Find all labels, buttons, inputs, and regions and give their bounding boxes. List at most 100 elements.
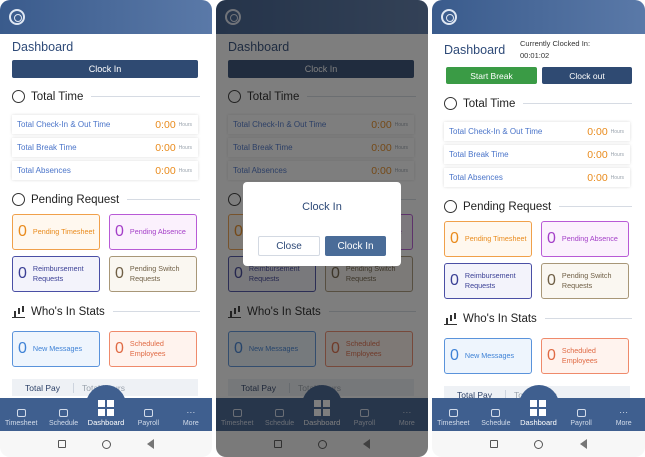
payroll-icon bbox=[576, 409, 586, 417]
card-count: 0 bbox=[547, 272, 556, 289]
nav-schedule[interactable]: Schedule bbox=[475, 398, 518, 431]
nav-timesheet[interactable]: Timesheet bbox=[0, 398, 42, 431]
pending-request-header: Pending Request bbox=[444, 200, 632, 213]
new-messages-card[interactable]: 0 New Messages bbox=[12, 331, 100, 367]
card-label: Pending Timesheet bbox=[32, 227, 95, 237]
pending-timesheet-card[interactable]: 0 Pending Timesheet bbox=[444, 221, 532, 257]
reimbursement-card[interactable]: 0 Reimbursement Requests bbox=[12, 256, 100, 292]
row-unit: Hours bbox=[610, 151, 624, 158]
pending-absence-card[interactable]: 0 Pending Absence bbox=[109, 214, 197, 250]
total-break-row[interactable]: Total Break Time 0:00 Hours bbox=[12, 138, 198, 157]
nav-label: Schedule bbox=[49, 420, 79, 427]
confirm-clock-in-button[interactable]: Clock In bbox=[325, 236, 386, 256]
clock-in-button[interactable]: Clock In bbox=[12, 60, 198, 78]
nav-dashboard[interactable]: Dashboard bbox=[517, 398, 560, 431]
clock-out-button[interactable]: Clock out bbox=[542, 67, 632, 84]
clocked-in-label: Currently Clocked In: bbox=[520, 39, 591, 48]
nav-timesheet[interactable]: Timesheet bbox=[432, 398, 475, 431]
pending-switch-card[interactable]: 0 Pending Switch Requests bbox=[541, 263, 629, 299]
card-count: 0 bbox=[115, 340, 124, 357]
payroll-icon bbox=[143, 409, 153, 417]
card-count: 0 bbox=[547, 347, 556, 364]
row-label: Total Break Time bbox=[17, 143, 77, 152]
clocked-in-timer: 00:01:02 bbox=[520, 51, 550, 60]
pending-absence-card[interactable]: 0 Pending Absence bbox=[541, 221, 629, 257]
card-count: 0 bbox=[115, 223, 124, 240]
row-value: 0:00 bbox=[587, 125, 608, 138]
back-icon[interactable] bbox=[579, 439, 587, 449]
page-title: Dashboard bbox=[444, 43, 506, 57]
more-dots-icon: ··· bbox=[186, 407, 196, 417]
total-break-row[interactable]: Total Break Time 0:00 Hours bbox=[444, 145, 630, 164]
nav-label: Timesheet bbox=[4, 420, 38, 427]
divider bbox=[544, 318, 632, 319]
stats-bars-icon bbox=[444, 312, 457, 325]
nav-more[interactable]: ··· More bbox=[170, 398, 212, 431]
nav-payroll[interactable]: Payroll bbox=[560, 398, 603, 431]
nav-label: More bbox=[615, 420, 632, 427]
card-label: Scheduled Employees bbox=[561, 346, 598, 365]
app-header bbox=[0, 0, 212, 34]
dashboard-grid-icon bbox=[530, 400, 547, 416]
scheduled-employees-card[interactable]: 0 Scheduled Employees bbox=[109, 331, 197, 367]
row-unit: Hours bbox=[178, 167, 192, 174]
clock-icon bbox=[12, 90, 25, 103]
dialog-title: Clock In bbox=[302, 201, 342, 213]
section-title: Who's In Stats bbox=[463, 312, 537, 325]
row-value: 0:00 bbox=[155, 164, 176, 177]
section-title: Who's In Stats bbox=[31, 305, 105, 318]
page-title: Dashboard bbox=[12, 40, 74, 54]
new-messages-card[interactable]: 0 New Messages bbox=[444, 338, 532, 374]
total-time-header: Total Time bbox=[444, 97, 632, 110]
row-value: 0:00 bbox=[587, 171, 608, 184]
recents-icon[interactable] bbox=[490, 440, 499, 448]
section-title: Pending Request bbox=[463, 200, 552, 213]
card-label: Pending Absence bbox=[561, 234, 618, 244]
row-value: 0:00 bbox=[587, 148, 608, 161]
row-label: Total Absences bbox=[17, 166, 71, 175]
stats-bars-icon bbox=[12, 305, 25, 318]
schedule-icon bbox=[59, 409, 69, 417]
card-count: 0 bbox=[547, 230, 556, 247]
app-logo-icon bbox=[441, 9, 457, 25]
recents-icon[interactable] bbox=[58, 440, 66, 448]
card-label: Pending Absence bbox=[129, 227, 186, 237]
nav-dashboard[interactable]: Dashboard bbox=[85, 398, 127, 431]
total-absences-row[interactable]: Total Absences 0:00 Hours bbox=[444, 168, 630, 187]
card-label: Scheduled Employees bbox=[129, 339, 166, 358]
nav-schedule[interactable]: Schedule bbox=[42, 398, 84, 431]
row-unit: Hours bbox=[178, 144, 192, 151]
reimbursement-card[interactable]: 0 Reimbursement Requests bbox=[444, 263, 532, 299]
section-title: Total Time bbox=[463, 97, 516, 110]
total-absences-row[interactable]: Total Absences 0:00 Hours bbox=[12, 161, 198, 180]
row-value: 0:00 bbox=[155, 118, 176, 131]
card-label: Pending Timesheet bbox=[464, 234, 527, 244]
section-title: Total Time bbox=[31, 90, 84, 103]
card-count: 0 bbox=[450, 272, 459, 289]
back-icon[interactable] bbox=[147, 439, 154, 449]
row-label: Total Break Time bbox=[449, 150, 509, 159]
schedule-icon bbox=[491, 409, 501, 417]
close-button[interactable]: Close bbox=[258, 236, 320, 256]
nav-payroll[interactable]: Payroll bbox=[127, 398, 169, 431]
row-unit: Hours bbox=[610, 174, 624, 181]
nav-more[interactable]: ··· More bbox=[602, 398, 645, 431]
section-title: Pending Request bbox=[31, 193, 120, 206]
android-system-bar bbox=[432, 431, 645, 457]
timesheet-icon bbox=[16, 409, 26, 417]
card-count: 0 bbox=[18, 223, 27, 240]
card-label: Reimbursement Requests bbox=[464, 271, 516, 290]
pending-switch-card[interactable]: 0 Pending Switch Requests bbox=[109, 256, 197, 292]
tab-total-pay[interactable]: Total Pay bbox=[12, 382, 74, 393]
total-checkin-row[interactable]: Total Check-In & Out Time 0:00 Hours bbox=[12, 115, 198, 134]
total-checkin-row[interactable]: Total Check-In & Out Time 0:00 Hours bbox=[444, 122, 630, 141]
start-break-button[interactable]: Start Break bbox=[446, 67, 537, 84]
clock-icon bbox=[444, 97, 457, 110]
scheduled-employees-card[interactable]: 0 Scheduled Employees bbox=[541, 338, 629, 374]
home-icon[interactable] bbox=[102, 439, 111, 449]
pending-timesheet-card[interactable]: 0 Pending Timesheet bbox=[12, 214, 100, 250]
hourglass-icon bbox=[444, 200, 457, 213]
bottom-nav: Timesheet Schedule Dashboard Payroll ···… bbox=[0, 398, 212, 431]
card-label: Pending Switch Requests bbox=[561, 271, 612, 290]
home-icon[interactable] bbox=[534, 439, 544, 449]
